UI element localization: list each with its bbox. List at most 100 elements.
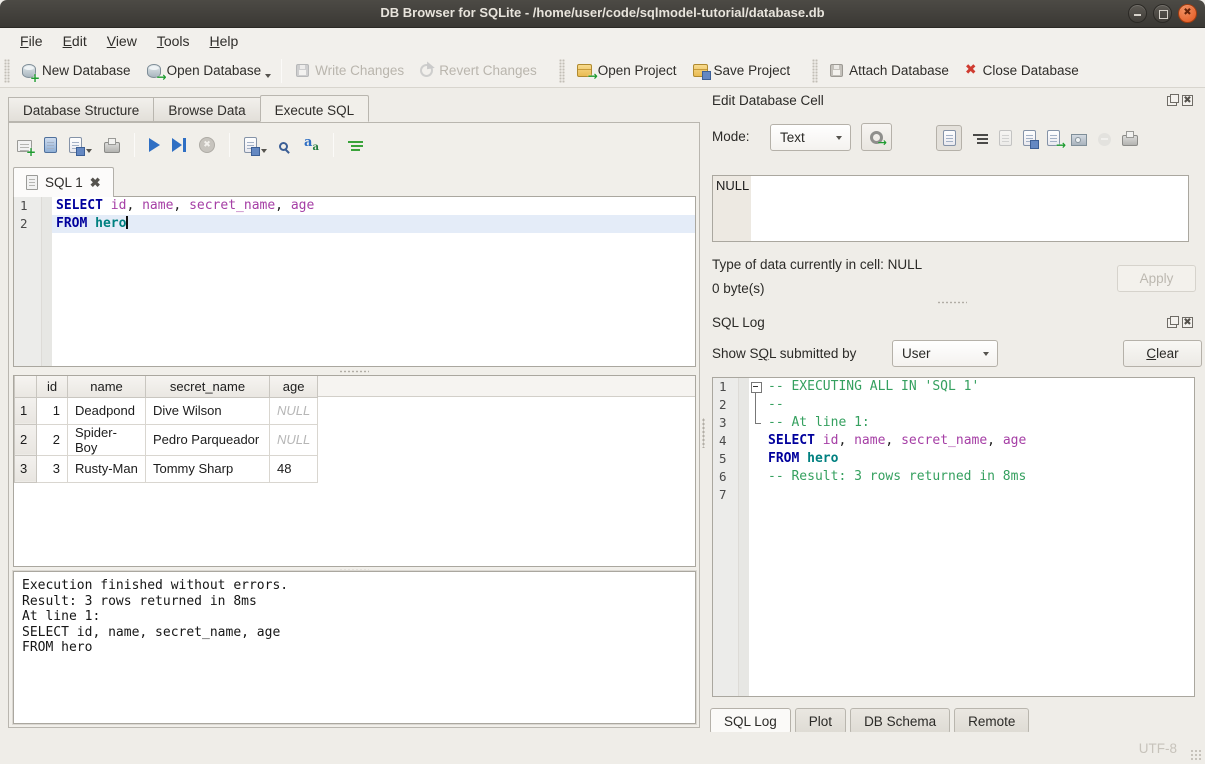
corner-header-cell[interactable] — [15, 376, 37, 397]
cell-id[interactable]: 1 — [37, 397, 68, 424]
toolbar-separator — [134, 133, 135, 157]
cell-id[interactable]: 2 — [37, 424, 68, 455]
open-database-icon — [147, 64, 161, 78]
dock-close-icon[interactable]: ✖ — [1182, 95, 1193, 106]
titlebar[interactable]: DB Browser for SQLite - /home/user/code/… — [0, 0, 1205, 28]
close-icon[interactable] — [1178, 4, 1197, 23]
image-icon[interactable] — [1071, 134, 1087, 146]
cell-name[interactable]: Deadpond — [68, 397, 146, 424]
export-data-icon[interactable] — [1047, 130, 1060, 146]
execution-status-box[interactable]: Execution finished without errors. Resul… — [13, 571, 696, 724]
export-results-icon[interactable] — [244, 137, 257, 153]
new-tab-icon[interactable] — [17, 140, 32, 152]
cell-secret-name[interactable]: Pedro Parqueador — [146, 424, 270, 455]
dock-close-icon[interactable]: ✖ — [1182, 317, 1193, 328]
cell-value-editor[interactable]: NULL — [712, 175, 1189, 242]
menu-edit[interactable]: Edit — [53, 30, 97, 52]
editor-code-area[interactable]: SELECT id, name, secret_name, age FROM h… — [52, 197, 695, 366]
cell-name[interactable]: Rusty-Man — [68, 455, 146, 482]
dock-float-icon[interactable] — [1167, 318, 1177, 328]
minimize-icon[interactable] — [1128, 4, 1147, 23]
editor-results-splitter[interactable] — [9, 368, 699, 374]
editor-line-current[interactable]: FROM hero — [52, 215, 695, 233]
column-header-name[interactable]: name — [68, 376, 146, 397]
format-sql-icon[interactable] — [348, 141, 363, 152]
log-line-numbers: 1 2 3 4 5 6 7 — [713, 378, 739, 696]
export-dropdown-icon[interactable] — [261, 149, 267, 153]
close-database-button[interactable]: ✖ Close Database — [957, 58, 1087, 83]
menu-tools[interactable]: Tools — [147, 30, 200, 52]
import-settings-button[interactable] — [861, 123, 892, 151]
apply-button: Apply — [1117, 265, 1196, 292]
tab-db-schema[interactable]: DB Schema — [850, 708, 950, 734]
cell-age[interactable]: NULL — [270, 397, 318, 424]
cell-size-info: 0 byte(s) — [712, 281, 765, 296]
tab-remote[interactable]: Remote — [954, 708, 1029, 734]
sql-log-dock-header: SQL Log ✖ — [712, 315, 1193, 333]
open-database-dropdown-icon[interactable] — [265, 74, 271, 78]
editor-line[interactable]: SELECT id, name, secret_name, age — [52, 197, 695, 215]
cell-secret-name[interactable]: Dive Wilson — [146, 397, 270, 424]
cell-editor-toolbar — [936, 124, 1138, 152]
cell-name[interactable]: Spider-Boy — [68, 424, 146, 455]
execute-all-icon[interactable] — [149, 138, 160, 152]
cell-secret-name[interactable]: Tommy Sharp — [146, 455, 270, 482]
menu-help[interactable]: Help — [200, 30, 249, 52]
open-database-button[interactable]: Open Database — [139, 58, 270, 83]
execute-line-icon[interactable] — [172, 138, 187, 152]
sql-log-box[interactable]: 1 2 3 4 5 6 7 -- EXECUTING ALL IN 'SQL 1… — [712, 377, 1195, 697]
save-sql-file-icon[interactable] — [69, 137, 82, 153]
cell-id[interactable]: 3 — [37, 455, 68, 482]
mode-select[interactable]: Text — [770, 124, 851, 151]
save-sql-dropdown-icon[interactable] — [86, 149, 92, 153]
toolbar-handle[interactable] — [812, 59, 818, 83]
cell-text-area[interactable] — [751, 176, 1188, 241]
log-code-area[interactable]: -- EXECUTING ALL IN 'SQL 1' -- -- At lin… — [764, 378, 1194, 696]
table-row: 2 2 Spider-Boy Pedro Parqueador NULL — [15, 424, 318, 455]
menu-file[interactable]: File — [10, 30, 53, 52]
row-header[interactable]: 1 — [15, 397, 37, 424]
encoding-indicator[interactable]: UTF-8 — [1139, 741, 1177, 756]
tab-database-structure[interactable]: Database Structure — [8, 97, 153, 122]
chevron-down-icon — [836, 136, 842, 140]
word-wrap-icon[interactable] — [973, 134, 988, 145]
column-header-secret-name[interactable]: secret_name — [146, 376, 270, 397]
new-database-button[interactable]: New Database — [14, 58, 139, 83]
menu-view[interactable]: View — [97, 30, 147, 52]
column-header-id[interactable]: id — [37, 376, 68, 397]
tab-plot[interactable]: Plot — [795, 708, 846, 734]
maximize-icon[interactable] — [1153, 4, 1172, 23]
tab-close-icon[interactable]: ✖ — [90, 175, 101, 191]
dock-splitter[interactable] — [706, 301, 1197, 307]
cell-age[interactable]: NULL — [270, 424, 318, 455]
attach-database-button[interactable]: Attach Database — [822, 58, 957, 83]
cell-age[interactable]: 48 — [270, 455, 318, 482]
submitted-by-select[interactable]: User — [892, 340, 998, 367]
column-header-age[interactable]: age — [270, 376, 318, 397]
dock-float-icon[interactable] — [1167, 96, 1177, 106]
print-icon[interactable] — [1122, 135, 1138, 146]
row-header[interactable]: 2 — [15, 424, 37, 455]
fold-collapse-icon[interactable] — [749, 378, 764, 396]
resize-grip[interactable] — [1190, 749, 1202, 761]
tab-sql-log[interactable]: SQL Log — [710, 708, 791, 734]
sql-editor[interactable]: 1 2 SELECT id, name, secret_name, age FR… — [13, 196, 696, 367]
text-mode-button[interactable] — [936, 125, 962, 151]
print-icon[interactable] — [104, 142, 120, 153]
find-icon[interactable] — [279, 142, 288, 151]
log-line: -- EXECUTING ALL IN 'SQL 1' — [764, 378, 1194, 396]
tab-browse-data[interactable]: Browse Data — [153, 97, 259, 122]
mode-label: Mode: — [712, 129, 750, 144]
tab-execute-sql[interactable]: Execute SQL — [260, 95, 370, 122]
save-as-icon[interactable] — [1023, 130, 1036, 146]
open-sql-file-icon[interactable] — [44, 137, 57, 153]
main-toolbar: New Database Open Database Write Changes… — [0, 54, 1205, 88]
open-project-button[interactable]: Open Project — [569, 58, 685, 83]
row-header[interactable]: 3 — [15, 455, 37, 482]
toolbar-handle[interactable] — [4, 59, 10, 83]
toolbar-handle[interactable] — [559, 59, 565, 83]
save-project-button[interactable]: Save Project — [685, 58, 799, 83]
clear-button[interactable]: Clear — [1123, 340, 1202, 367]
autocomplete-icon[interactable]: a — [304, 135, 319, 155]
sql-1-tab[interactable]: SQL 1 ✖ — [13, 167, 114, 197]
